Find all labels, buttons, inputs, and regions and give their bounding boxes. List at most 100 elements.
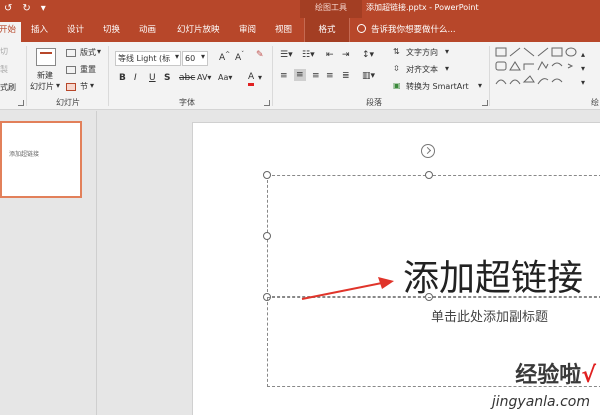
- title-bar: ↺ ↻ ▾ 绘图工具 添加超链接.pptx - PowerPoint: [0, 0, 600, 18]
- align-center-icon[interactable]: ≡: [294, 69, 306, 81]
- rotate-handle-icon[interactable]: [421, 144, 435, 158]
- watermark-text: 经验啦: [515, 363, 582, 388]
- font-launcher-icon[interactable]: [264, 100, 270, 106]
- layout-button[interactable]: 版式: [80, 47, 96, 58]
- slide-canvas: 添加超链接 单击此处添加副标题 经验啦√ jingyanla.com: [98, 111, 600, 415]
- grow-font-icon[interactable]: A^: [219, 51, 230, 63]
- chevron-down-icon[interactable]: ▾: [90, 81, 94, 90]
- resize-handle[interactable]: [263, 232, 271, 240]
- new-slide-label-1[interactable]: 新建: [37, 70, 53, 81]
- chevron-down-icon[interactable]: ▾: [201, 52, 205, 61]
- scroll-up-icon[interactable]: ▴: [581, 50, 585, 59]
- slides-group-label: 幻灯片: [56, 98, 80, 107]
- slide-subtitle[interactable]: 单击此处添加副标题: [431, 306, 548, 325]
- tab-home[interactable]: 开始: [0, 22, 22, 42]
- document-title: 添加超链接.pptx - PowerPoint: [366, 3, 479, 12]
- resize-handle[interactable]: [263, 171, 271, 179]
- undo-icon[interactable]: ↺: [4, 3, 12, 14]
- line-spacing-icon[interactable]: ↕▾: [362, 50, 374, 60]
- clear-formatting-icon[interactable]: ✎: [256, 50, 264, 60]
- slide-title[interactable]: 添加超链接: [403, 249, 583, 301]
- chevron-down-icon[interactable]: ▾: [478, 81, 482, 90]
- tell-me-box[interactable]: 告诉我你想要做什么...: [357, 22, 456, 38]
- bold-icon[interactable]: B: [119, 73, 126, 83]
- slide[interactable]: 添加超链接 单击此处添加副标题 经验啦√ jingyanla.com: [192, 122, 600, 415]
- chevron-down-icon[interactable]: ▾: [445, 47, 449, 56]
- lightbulb-icon: [357, 24, 366, 33]
- redo-icon[interactable]: ↻: [22, 3, 30, 14]
- separator: [108, 46, 109, 106]
- italic-icon[interactable]: I: [134, 73, 137, 83]
- new-slide-label-2[interactable]: 幻灯片: [30, 81, 54, 92]
- separator: [26, 46, 27, 106]
- font-name-box[interactable]: 等线 Light (标: [115, 51, 181, 66]
- reset-icon[interactable]: [66, 66, 76, 74]
- watermark: 经验啦√: [515, 357, 596, 389]
- resize-handle[interactable]: [425, 171, 433, 179]
- ribbon: 切 製 式刷 新建 幻灯片 ▾ 版式 ▾ 重置 节 ▾ 幻灯片 等线 Light…: [0, 42, 600, 110]
- layout-icon[interactable]: [66, 49, 76, 57]
- justify-icon[interactable]: ≡: [326, 71, 334, 81]
- textbox-shape-icon: [495, 47, 507, 57]
- align-left-icon[interactable]: ≡: [280, 71, 288, 81]
- drawing-tools-tab: 绘图工具: [300, 0, 362, 18]
- shrink-font-icon[interactable]: Aˇ: [235, 51, 244, 63]
- tab-animations[interactable]: 动画: [134, 22, 161, 42]
- font-group-label: 字体: [179, 98, 195, 107]
- numbering-icon[interactable]: ☷▾: [302, 50, 315, 60]
- tab-view[interactable]: 视图: [270, 22, 297, 42]
- copy-button[interactable]: 製: [0, 64, 8, 75]
- paragraph-launcher-icon[interactable]: [482, 100, 488, 106]
- new-slide-icon[interactable]: [36, 48, 56, 66]
- increase-indent-icon[interactable]: ⇥: [342, 50, 350, 60]
- drawing-group-label: 绘: [591, 98, 599, 107]
- separator: [489, 46, 490, 106]
- clipboard-launcher-icon[interactable]: [18, 100, 24, 106]
- tab-slideshow[interactable]: 幻灯片放映: [172, 22, 225, 42]
- align-text-button[interactable]: 对齐文本: [406, 64, 438, 75]
- align-right-icon[interactable]: ≡: [312, 71, 320, 81]
- slide-thumbnail-pane: 添加超链接: [0, 111, 97, 415]
- text-direction-icon[interactable]: ⇅: [393, 47, 400, 56]
- watermark-url: jingyanla.com: [491, 394, 590, 410]
- chevron-down-icon[interactable]: ▾: [445, 64, 449, 73]
- text-shadow-icon[interactable]: S: [164, 73, 170, 83]
- cut-button[interactable]: 切: [0, 46, 8, 57]
- more-shapes-icon[interactable]: ▾: [581, 78, 585, 87]
- align-text-icon[interactable]: ⇳: [393, 64, 400, 73]
- scroll-down-icon[interactable]: ▾: [581, 64, 585, 73]
- tab-design[interactable]: 设计: [62, 22, 89, 42]
- tab-transitions[interactable]: 切换: [98, 22, 125, 42]
- chevron-down-icon[interactable]: ▾: [97, 47, 101, 56]
- underline-icon[interactable]: U: [149, 73, 156, 83]
- character-spacing-icon[interactable]: AV▾: [197, 73, 211, 82]
- section-button[interactable]: 节: [80, 81, 88, 92]
- chevron-down-icon[interactable]: ▾: [56, 81, 60, 90]
- text-direction-button[interactable]: 文字方向: [406, 47, 438, 58]
- bullets-icon[interactable]: ☰▾: [280, 50, 293, 60]
- change-case-icon[interactable]: Aa▾: [218, 73, 232, 82]
- red-arrow-icon: [301, 277, 394, 300]
- chevron-down-icon[interactable]: ▾: [258, 73, 262, 82]
- convert-smartart-button[interactable]: 转换为 SmartArt: [406, 81, 469, 92]
- columns-icon[interactable]: ▥▾: [362, 71, 375, 81]
- chevron-down-icon[interactable]: ▾: [175, 52, 179, 61]
- format-painter-button[interactable]: 式刷: [0, 82, 16, 93]
- customize-qat-icon[interactable]: ▾: [41, 3, 46, 14]
- tell-me-text: 告诉我你想要做什么...: [371, 25, 456, 35]
- thumbnail-title: 添加超链接: [9, 151, 40, 158]
- smartart-icon[interactable]: ▣: [393, 81, 401, 90]
- tab-review[interactable]: 审阅: [234, 22, 261, 42]
- font-color-icon[interactable]: A: [248, 72, 255, 86]
- shapes-gallery[interactable]: [494, 46, 594, 94]
- decrease-indent-icon[interactable]: ⇤: [326, 50, 334, 60]
- distributed-icon[interactable]: ≣: [342, 71, 350, 81]
- watermark-check: √: [581, 363, 596, 388]
- tab-format[interactable]: 格式: [304, 18, 350, 42]
- section-icon[interactable]: [66, 83, 76, 91]
- slide-thumbnail[interactable]: 添加超链接: [0, 121, 82, 198]
- quick-access-toolbar: ↺ ↻ ▾: [4, 3, 46, 14]
- reset-button[interactable]: 重置: [80, 64, 96, 75]
- tab-insert[interactable]: 插入: [26, 22, 53, 42]
- strikethrough-icon[interactable]: abc: [179, 73, 195, 83]
